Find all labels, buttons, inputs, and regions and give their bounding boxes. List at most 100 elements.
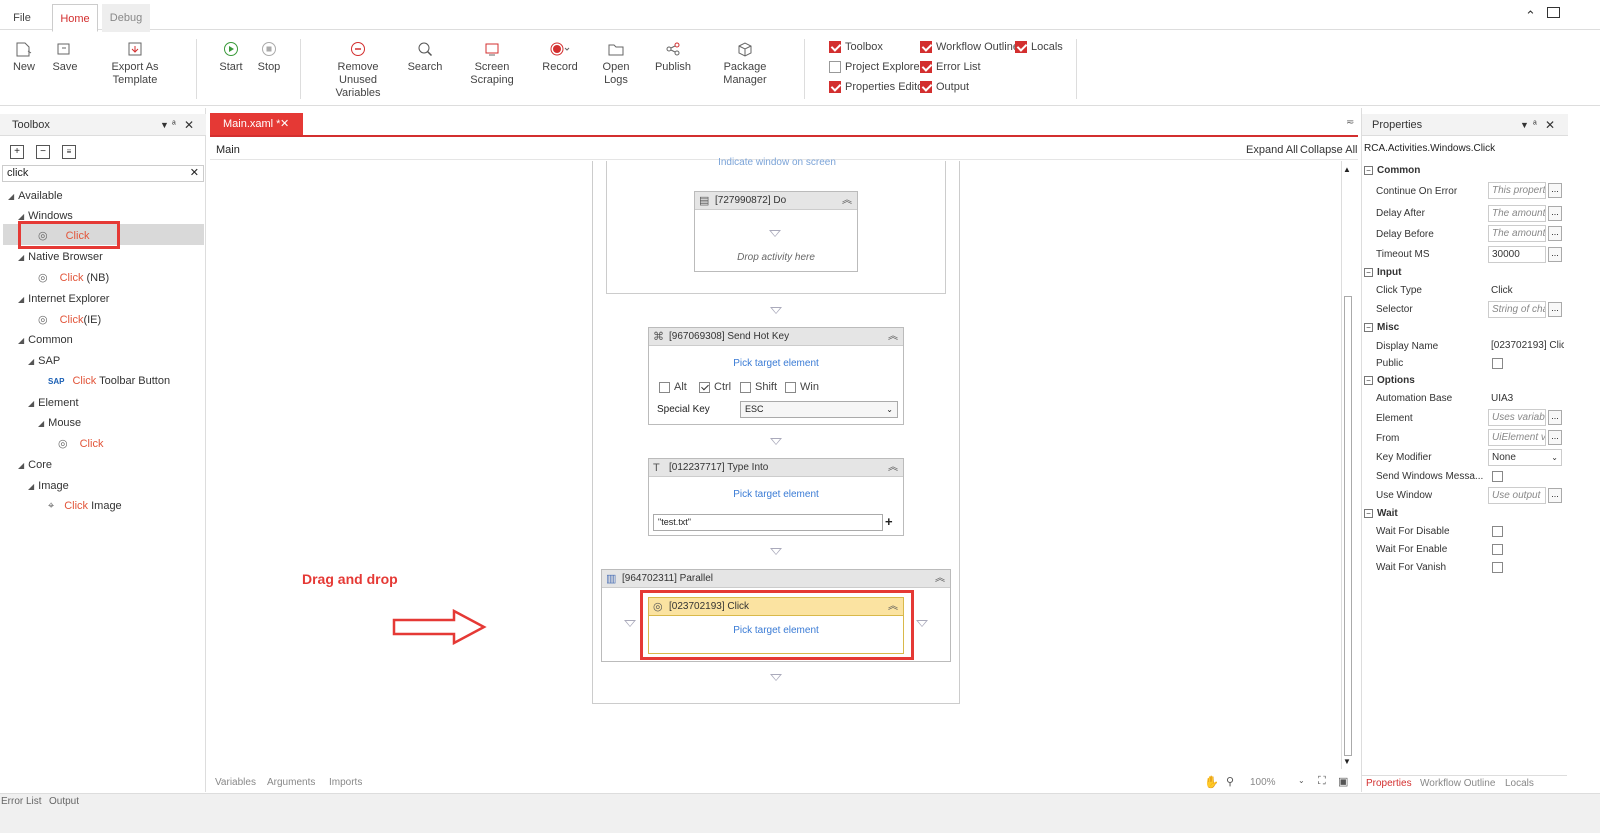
toggle-project-explorer[interactable]: Project Explorer bbox=[829, 61, 923, 73]
parallel-activity[interactable]: ▥ [964702311] Parallel ︽ ◎ [023702193] Clic… bbox=[601, 569, 951, 662]
prop-timeout-ms-value[interactable]: 30000 bbox=[1488, 246, 1546, 263]
tree-sap[interactable]: ◢ SAP bbox=[28, 355, 60, 367]
overview-icon[interactable]: ▣ bbox=[1338, 775, 1348, 788]
tab-home[interactable]: Home bbox=[52, 4, 98, 32]
ellipsis-button[interactable]: ... bbox=[1548, 183, 1562, 198]
prop-continue-on-error-value[interactable]: This property bbox=[1488, 182, 1546, 199]
close-tab-icon[interactable]: ✕ bbox=[280, 113, 289, 135]
start-button[interactable]: Start bbox=[216, 39, 246, 74]
tab-workflow-outline[interactable]: Workflow Outline bbox=[1420, 778, 1495, 789]
ellipsis-button[interactable]: ... bbox=[1548, 206, 1562, 221]
prop-from-value[interactable]: UiElement v bbox=[1488, 429, 1546, 446]
tree-click-nb[interactable]: ◎ Click (NB) bbox=[38, 271, 109, 284]
prop-key-modifier-select[interactable]: None ⌄ bbox=[1488, 449, 1562, 466]
tree-core[interactable]: ◢ Core bbox=[18, 459, 52, 471]
dropdown-icon[interactable]: ▼ bbox=[1520, 114, 1529, 136]
prop-click-type-value[interactable]: Click bbox=[1488, 283, 1546, 300]
record-button[interactable]: Record bbox=[540, 39, 580, 74]
tree-click-ie[interactable]: ◎ Click(IE) bbox=[38, 313, 101, 326]
zoom-dropdown-icon[interactable]: ⌄ bbox=[1298, 776, 1305, 785]
expand-all-icon[interactable]: + bbox=[10, 145, 24, 159]
collapse-icon[interactable]: ︽ bbox=[888, 328, 898, 346]
typeinto-text-input[interactable]: "test.txt" bbox=[653, 514, 883, 531]
tab-properties[interactable]: Properties bbox=[1366, 778, 1412, 789]
public-checkbox[interactable] bbox=[1492, 358, 1507, 372]
tree-internet-explorer[interactable]: ◢ Internet Explorer bbox=[18, 293, 109, 305]
collapse-icon[interactable]: ︽ bbox=[935, 570, 945, 588]
canvas-scrollbar[interactable]: ▲ ▼ bbox=[1341, 161, 1353, 769]
prop-delay-before-value[interactable]: The amount bbox=[1488, 225, 1546, 242]
prop-display-name-value[interactable]: [023702193] Click bbox=[1488, 338, 1564, 355]
type-into-activity[interactable]: T [012237717] Type Into ︽ Pick target elem… bbox=[648, 458, 904, 536]
pin-icon[interactable]: ᵃ bbox=[172, 114, 176, 136]
search-button[interactable]: Search bbox=[406, 39, 444, 74]
tree-mouse[interactable]: ◢ Mouse bbox=[38, 417, 81, 429]
ellipsis-button[interactable]: ... bbox=[1548, 488, 1562, 503]
pick-target-link[interactable]: Pick target element bbox=[649, 489, 903, 500]
close-icon[interactable]: ✕ bbox=[184, 114, 194, 136]
scrollbar-thumb[interactable] bbox=[1344, 296, 1352, 756]
expand-all-link[interactable]: Expand All bbox=[1246, 144, 1298, 156]
imports-tab[interactable]: Imports bbox=[329, 777, 362, 788]
scroll-down-icon[interactable]: ▼ bbox=[1343, 757, 1351, 766]
indicate-window-link[interactable]: Indicate window on screen bbox=[607, 157, 947, 168]
arguments-tab[interactable]: Arguments bbox=[267, 777, 315, 788]
ellipsis-button[interactable]: ... bbox=[1548, 430, 1562, 445]
prop-delay-after-value[interactable]: The amount bbox=[1488, 205, 1546, 222]
wait-for-enable-checkbox[interactable] bbox=[1492, 544, 1507, 558]
collapse-icon[interactable]: ︽ bbox=[842, 192, 852, 210]
special-key-select[interactable]: ESC ⌄ bbox=[740, 401, 898, 418]
prop-selector-value[interactable]: String of cha bbox=[1488, 301, 1546, 318]
tree-mouse-click[interactable]: ◎ Click bbox=[58, 437, 103, 450]
tree-available[interactable]: ◢ Available bbox=[8, 190, 63, 202]
screen-scraping-button[interactable]: Screen Scraping bbox=[454, 39, 530, 87]
category-options[interactable]: − Options bbox=[1364, 373, 1415, 389]
toggle-output[interactable]: Output bbox=[920, 81, 969, 93]
wait-for-disable-checkbox[interactable] bbox=[1492, 526, 1507, 540]
toggle-toolbox[interactable]: Toolbox bbox=[829, 41, 883, 53]
pan-hand-icon[interactable]: ✋ bbox=[1204, 775, 1219, 789]
ellipsis-button[interactable]: ... bbox=[1548, 247, 1562, 262]
tab-menu-icon[interactable]: ≂ bbox=[1346, 117, 1354, 128]
win-checkbox[interactable]: Win bbox=[785, 381, 819, 393]
ellipsis-button[interactable]: ... bbox=[1548, 226, 1562, 241]
stop-button[interactable]: Stop bbox=[254, 39, 284, 74]
collapse-icon[interactable]: ︽ bbox=[888, 459, 898, 477]
breadcrumb[interactable]: Main bbox=[216, 144, 240, 156]
toggle-error-list[interactable]: Error List bbox=[920, 61, 981, 73]
category-common[interactable]: − Common bbox=[1364, 163, 1420, 179]
alt-checkbox[interactable]: Alt bbox=[659, 381, 687, 393]
category-input[interactable]: − Input bbox=[1364, 265, 1401, 281]
package-manager-button[interactable]: Package Manager bbox=[704, 39, 786, 87]
variables-tab[interactable]: Variables bbox=[215, 777, 256, 788]
tree-element[interactable]: ◢ Element bbox=[28, 397, 79, 409]
tab-debug[interactable]: Debug bbox=[102, 4, 150, 32]
zoom-level[interactable]: 100% bbox=[1250, 777, 1276, 788]
prop-element-value[interactable]: Uses variab bbox=[1488, 409, 1546, 426]
tab-error-list[interactable]: Error List bbox=[1, 796, 42, 807]
dropdown-icon[interactable]: ▼ bbox=[160, 114, 169, 136]
feedback-icon[interactable] bbox=[1547, 7, 1560, 18]
new-button[interactable]: New bbox=[8, 39, 40, 74]
tree-common[interactable]: ◢ Common bbox=[18, 334, 73, 346]
send-hotkey-activity[interactable]: ⌘ [967069308] Send Hot Key ︽ Pick target e… bbox=[648, 327, 904, 425]
ctrl-checkbox[interactable]: Ctrl bbox=[699, 381, 731, 393]
toggle-properties-editor[interactable]: Properties Editor bbox=[829, 81, 927, 93]
clear-search-icon[interactable]: ✕ bbox=[190, 166, 199, 181]
tree-click-toolbar-button[interactable]: SAP Click Toolbar Button bbox=[48, 375, 170, 387]
remove-unused-variables-button[interactable]: Remove Unused Variables bbox=[318, 39, 398, 100]
collapse-ribbon-icon[interactable]: ⌃ bbox=[1525, 8, 1536, 24]
ellipsis-button[interactable]: ... bbox=[1548, 410, 1562, 425]
tree-native-browser[interactable]: ◢ Native Browser bbox=[18, 251, 103, 263]
toggle-workflow-outline[interactable]: Workflow Outline bbox=[920, 41, 1019, 53]
fit-screen-icon[interactable]: ⛶ bbox=[1318, 775, 1326, 788]
toolbox-search-input[interactable]: click ✕ bbox=[2, 165, 204, 182]
scroll-up-icon[interactable]: ▲ bbox=[1343, 165, 1351, 174]
export-template-button[interactable]: Export As Template bbox=[92, 39, 178, 87]
tab-main-xaml[interactable]: Main.xaml * ✕ bbox=[210, 113, 303, 135]
zoom-icon[interactable]: ⚲ bbox=[1226, 775, 1234, 788]
add-icon[interactable]: + bbox=[885, 514, 893, 529]
tree-image[interactable]: ◢ Image bbox=[28, 480, 69, 492]
do-activity[interactable]: ▤ [727990872] Do ︽ Drop activity here bbox=[694, 191, 858, 272]
tab-file[interactable]: File bbox=[2, 4, 42, 32]
